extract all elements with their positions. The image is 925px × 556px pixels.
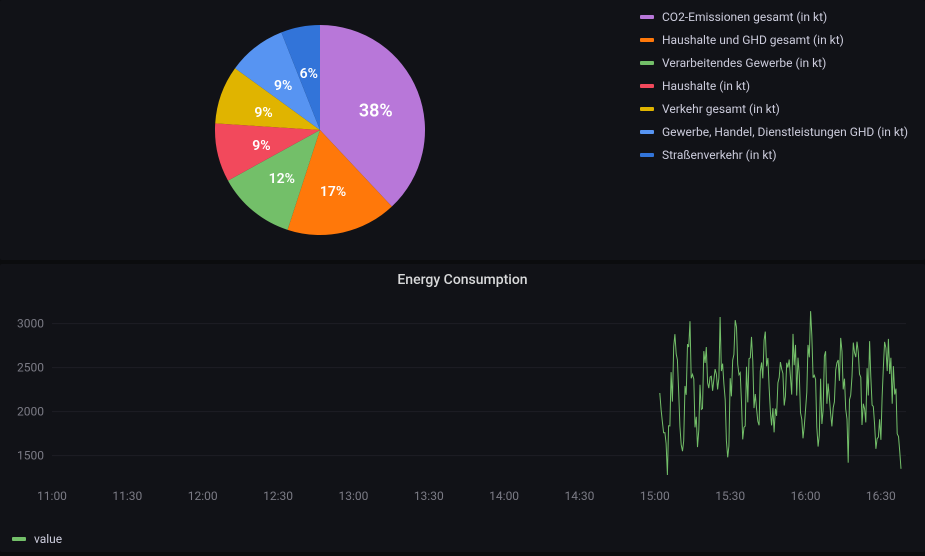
x-tick-label: 16:30 (866, 489, 896, 503)
line-legend: value (12, 528, 913, 546)
legend-swatch (640, 84, 654, 88)
line-panel: Energy Consumption 1500 2000 2500 3000 11:00… (0, 264, 925, 552)
pie-legend-item[interactable]: Verarbeitendes Gewerbe (in kt) (640, 56, 917, 70)
legend-swatch (640, 15, 654, 19)
pie-legend-item[interactable]: Haushalte (in kt) (640, 79, 917, 93)
y-tick-label: 2000 (17, 405, 44, 419)
line-chart: 1500 2000 2500 3000 11:00 11:30 12:00 12:30 13:0… (12, 296, 913, 528)
legend-swatch (640, 107, 654, 111)
pie-legend-item[interactable]: CO2-Emissionen gesamt (in kt) (640, 10, 917, 24)
pie-legend-item[interactable]: Straßenverkehr (in kt) (640, 148, 917, 162)
line-legend-label: value (34, 532, 62, 546)
legend-label: Verkehr gesamt (in kt) (662, 102, 780, 116)
x-tick-label: 11:30 (112, 489, 142, 503)
legend-swatch (640, 130, 654, 134)
y-tick-label: 2500 (17, 361, 44, 375)
pie-legend-item[interactable]: Haushalte und GHD gesamt (in kt) (640, 33, 917, 47)
x-tick-label: 12:00 (188, 489, 218, 503)
legend-swatch (640, 38, 654, 42)
legend-swatch (640, 153, 654, 157)
pie-svg (210, 20, 430, 240)
pie-legend-item[interactable]: Gewerbe, Handel, Dienstleistungen GHD (i… (640, 125, 917, 139)
line-legend-swatch (12, 537, 26, 541)
x-tick-label: 14:30 (565, 489, 595, 503)
x-tick-label: 12:30 (263, 489, 293, 503)
legend-label: Gewerbe, Handel, Dienstleistungen GHD (i… (662, 125, 908, 139)
x-tick-label: 15:30 (715, 489, 745, 503)
x-tick-label: 15:00 (640, 489, 670, 503)
legend-label: CO2-Emissionen gesamt (in kt) (662, 10, 827, 24)
x-tick-label: 16:00 (791, 489, 821, 503)
x-tick-label: 13:30 (414, 489, 444, 503)
legend-swatch (640, 61, 654, 65)
pie-panel: 38%17%12%9%9%9%6% CO2-Emissionen gesamt … (0, 0, 925, 260)
x-tick-label: 13:00 (338, 489, 368, 503)
y-tick-label: 1500 (17, 449, 44, 463)
pie-chart: 38%17%12%9%9%9%6% (0, 8, 640, 252)
line-chart-title: Energy Consumption (12, 272, 913, 288)
x-tick-label: 11:00 (37, 489, 67, 503)
line-series[interactable] (660, 311, 901, 475)
line-svg: 1500 2000 2500 3000 11:00 11:30 12:00 12:30 13:0… (12, 296, 912, 506)
legend-label: Haushalte (in kt) (662, 79, 750, 93)
pie-legend: CO2-Emissionen gesamt (in kt) Haushalte u… (640, 8, 925, 252)
legend-label: Haushalte und GHD gesamt (in kt) (662, 33, 844, 47)
pie-legend-item[interactable]: Verkehr gesamt (in kt) (640, 102, 917, 116)
legend-label: Verarbeitendes Gewerbe (in kt) (662, 56, 826, 70)
y-tick-label: 3000 (17, 317, 44, 331)
legend-label: Straßenverkehr (in kt) (662, 148, 777, 162)
x-tick-label: 14:00 (489, 489, 519, 503)
